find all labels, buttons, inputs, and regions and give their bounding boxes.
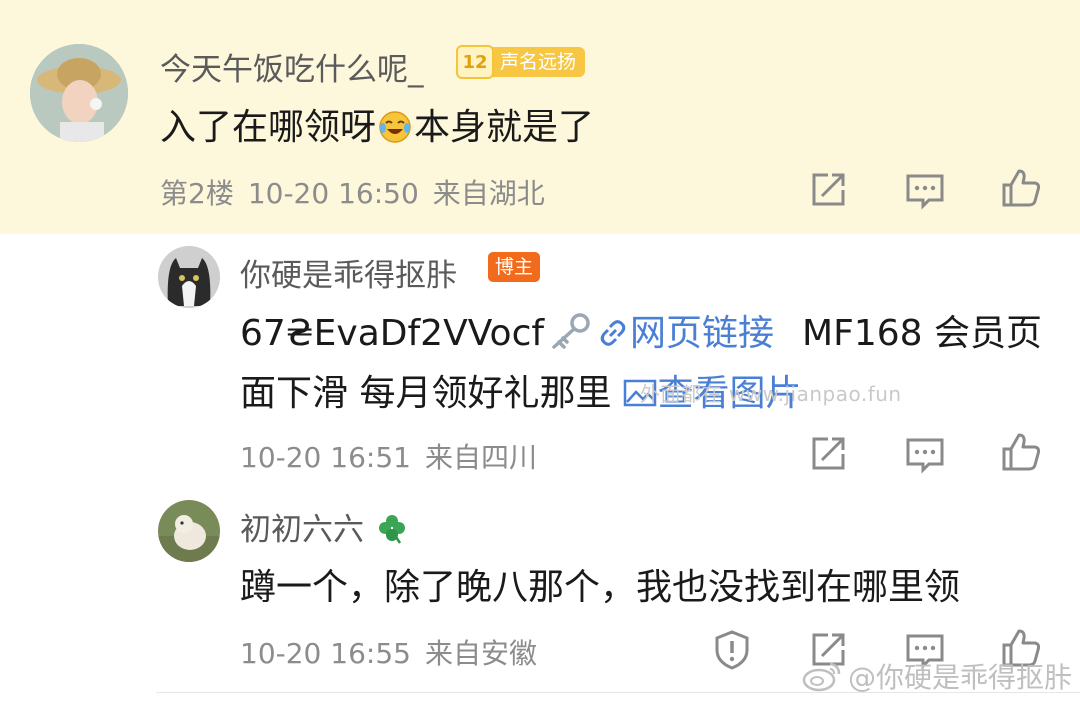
key-icon <box>552 313 590 349</box>
host-badge: 博主 <box>488 252 541 282</box>
timestamp: 10-20 16:55 <box>240 637 411 670</box>
weibo-watermark: @你硬是乖得抠胩 <box>802 656 1072 696</box>
comment-meta: 10-20 16:51 来自四川 <box>240 436 551 476</box>
avatar[interactable] <box>30 44 128 142</box>
timestamp: 10-20 16:51 <box>240 441 411 474</box>
bottom-divider <box>156 692 1080 693</box>
report-icon[interactable] <box>710 628 754 672</box>
username[interactable]: 你硬是乖得抠胩 <box>240 250 457 295</box>
comment-text-line1: 67₴EvaDf2VVocf 网页链接 MF168 会员页 <box>240 313 1042 354</box>
like-icon[interactable] <box>999 430 1043 474</box>
laughing-crying-emoji <box>379 111 411 143</box>
badge-text: 声名远扬 <box>490 47 586 77</box>
comment-meta: 10-20 16:55 来自安徽 <box>240 632 551 672</box>
badge-level: 12 <box>456 45 494 79</box>
comment-text: 蹲一个，除了晚八那个，我也没找到在哪里领 <box>240 567 961 608</box>
timestamp: 10-20 16:50 <box>247 177 419 210</box>
web-link[interactable]: 网页链接 <box>596 313 774 354</box>
comment-text: 入了在哪领呀 本身就是了 <box>160 107 595 148</box>
location: 来自安徽 <box>424 637 537 670</box>
avatar[interactable] <box>158 500 220 562</box>
username[interactable]: 今天午饭吃什么呢_ <box>160 44 424 89</box>
like-icon[interactable] <box>999 166 1043 210</box>
avatar[interactable] <box>158 246 220 308</box>
share-icon[interactable] <box>806 168 850 212</box>
location: 来自四川 <box>424 441 537 474</box>
link-icon <box>600 320 626 346</box>
share-icon[interactable] <box>806 432 850 476</box>
comment-icon[interactable] <box>903 432 947 476</box>
watermark-text: 外面都在 www.jianpao.fun <box>640 382 902 406</box>
location: 来自湖北 <box>432 177 545 210</box>
weibo-logo-icon <box>802 662 841 692</box>
username[interactable]: 初初六六 <box>240 504 408 549</box>
clover-icon <box>379 515 405 544</box>
floor-number: 第2楼 <box>160 177 234 210</box>
fame-badge[interactable]: 12 声名远扬 <box>456 45 586 79</box>
comment-meta: 第2楼 10-20 16:50 来自湖北 <box>160 172 559 212</box>
comment-icon[interactable] <box>903 168 947 212</box>
